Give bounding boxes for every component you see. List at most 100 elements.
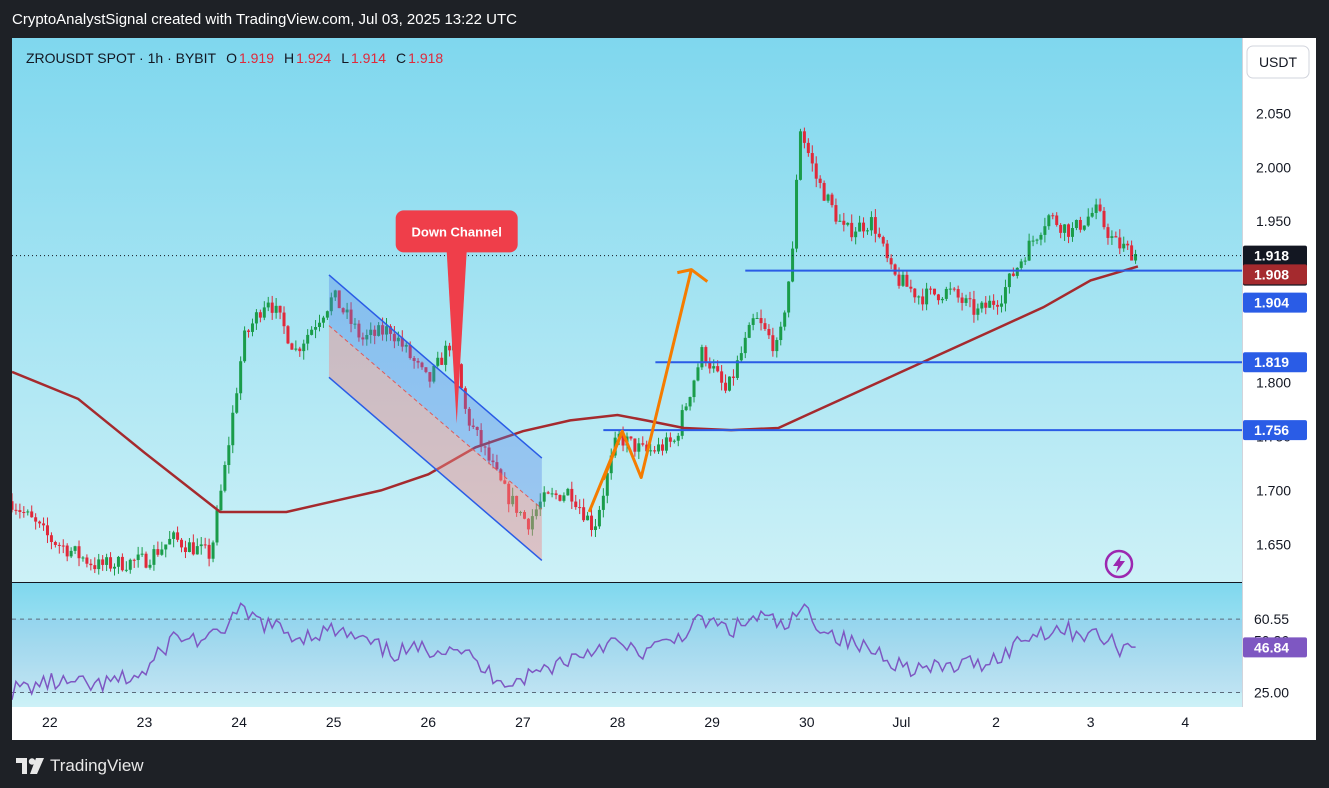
candle-body: [566, 488, 570, 496]
price-axis-tick-label: 2.000: [1256, 159, 1291, 175]
candle-body: [1134, 254, 1138, 261]
candle-body: [65, 545, 69, 557]
candle-body: [53, 542, 57, 545]
candle-body: [243, 330, 247, 362]
rsi-axis-tick-label: 25.00: [1254, 685, 1289, 701]
candle-body: [1098, 204, 1102, 211]
candle-body: [1094, 204, 1098, 213]
candle-body: [779, 326, 783, 341]
candle-body: [12, 501, 14, 510]
price-chart[interactable]: Down Channel2.0502.0001.9501.9001.8001.7…: [12, 38, 1316, 740]
candle-body: [120, 556, 124, 571]
candle-body: [22, 512, 26, 514]
candle-body: [877, 233, 881, 238]
chart-frame[interactable]: Down Channel2.0502.0001.9501.9001.8001.7…: [12, 38, 1316, 740]
candle-body: [1086, 216, 1090, 226]
candle-body: [550, 493, 554, 495]
candle-body: [956, 289, 960, 298]
tradingview-logo[interactable]: TradingView: [16, 756, 144, 776]
currency-button-label[interactable]: USDT: [1259, 54, 1298, 70]
price-axis-background: [1242, 38, 1316, 707]
candle-body: [783, 312, 787, 327]
candle-body: [582, 507, 586, 521]
candle-body: [601, 495, 605, 510]
candle-body: [34, 517, 38, 522]
time-axis-tick-label: 23: [137, 714, 153, 730]
candle-body: [716, 366, 720, 372]
candle-body: [1000, 303, 1004, 307]
candle-body: [700, 347, 704, 368]
candle-body: [1043, 226, 1047, 235]
candle-body: [771, 335, 775, 352]
candle-body: [294, 348, 298, 350]
candle-body: [739, 353, 743, 361]
candle-body: [791, 248, 795, 282]
candle-body: [818, 178, 822, 183]
open-label: O: [226, 50, 237, 66]
candle-body: [905, 274, 909, 287]
candle-body: [948, 288, 952, 290]
candle-body: [223, 465, 227, 491]
candle-body: [321, 317, 325, 323]
bottom-bar: TradingView: [0, 740, 1329, 788]
top-bar: CryptoAnalystSignal created with Trading…: [0, 0, 1329, 38]
time-axis-tick-label: 25: [326, 714, 342, 730]
candle-body: [936, 294, 940, 301]
candle-body: [988, 300, 992, 308]
candle-body: [787, 281, 791, 313]
price-marker-label: 1.756: [1254, 422, 1289, 438]
candle-body: [696, 367, 700, 381]
candle-body: [637, 443, 641, 452]
candle-body: [1047, 215, 1051, 227]
price-axis-tick-label: 1.700: [1256, 482, 1291, 498]
candle-body: [258, 312, 262, 318]
candle-body: [1015, 267, 1019, 276]
candle-body: [901, 274, 905, 286]
candle-body: [231, 412, 235, 446]
candle-body: [743, 337, 747, 354]
candle-body: [144, 553, 148, 568]
candle-body: [929, 288, 933, 290]
candle-body: [960, 297, 964, 303]
candle-body: [830, 194, 834, 206]
candle-body: [893, 264, 897, 275]
candle-body: [105, 557, 109, 565]
time-axis-tick-label: 27: [515, 714, 531, 730]
candle-body: [318, 322, 321, 327]
candle-body: [810, 153, 814, 164]
candle-body: [239, 361, 243, 394]
candle-body: [869, 217, 873, 231]
candle-body: [1110, 236, 1114, 238]
candle-body: [1102, 210, 1106, 228]
price-marker-label: 1.908: [1254, 266, 1289, 282]
candle-body: [1007, 273, 1011, 288]
symbol-label: ZROUSDT SPOT · 1h · BYBIT: [26, 50, 217, 66]
candle-body: [578, 507, 582, 509]
candle-body: [203, 544, 207, 546]
high-label: H: [284, 50, 295, 66]
candle-body: [704, 347, 708, 363]
candle-body: [156, 549, 160, 555]
time-axis-tick-label: 26: [421, 714, 437, 730]
candle-body: [747, 324, 751, 338]
candle-body: [1063, 224, 1067, 233]
candle-body: [1027, 240, 1031, 261]
candle-body: [672, 440, 676, 442]
candle-body: [657, 444, 661, 452]
candle-body: [795, 179, 799, 249]
candle-body: [97, 559, 101, 570]
candle-body: [444, 345, 448, 365]
candle-body: [692, 380, 696, 398]
candle-body: [45, 525, 49, 536]
candle-body: [176, 532, 180, 540]
candle-body: [1067, 224, 1071, 237]
candle-body: [168, 538, 172, 545]
candle-body: [728, 376, 731, 391]
candle-body: [826, 194, 830, 201]
time-axis-tick-label: 24: [231, 714, 247, 730]
candle-body: [274, 305, 278, 313]
candle-body: [850, 222, 854, 238]
candle-body: [660, 444, 664, 451]
candle-body: [207, 544, 211, 559]
candle-body: [183, 547, 187, 553]
